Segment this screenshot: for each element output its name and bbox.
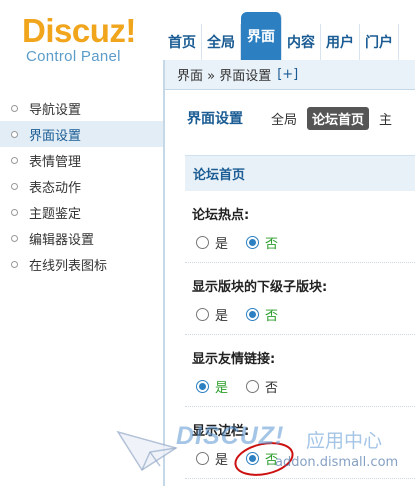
page-title: 界面设置 — [187, 111, 243, 127]
radio-group: 是 否 — [196, 377, 296, 396]
sidebar-item-label: 在线列表图标 — [29, 258, 108, 274]
logo-text: Discuz — [22, 12, 126, 49]
subtab-bar: 界面设置 全局 论坛首页 主 — [165, 98, 415, 138]
radio-button[interactable] — [246, 308, 260, 321]
bullet-icon — [11, 208, 18, 216]
radio-button[interactable] — [246, 452, 260, 465]
bullet-icon — [11, 130, 18, 138]
sidebar-item-label: 表情管理 — [29, 154, 82, 170]
discuz-logo[interactable]: Discuz! Control Panel — [22, 10, 152, 65]
tab-interface[interactable]: 界面 — [241, 12, 282, 60]
sidebar-item-nav-settings[interactable]: 导航设置 — [0, 95, 163, 121]
sidebar-item-thread-stamps[interactable]: 主题鉴定 — [0, 199, 163, 225]
tab-portal[interactable]: 门户 — [360, 24, 399, 60]
sidebar-item-label: 界面设置 — [29, 128, 82, 144]
setting-forum-hot: 论坛热点: 是 否 — [185, 191, 415, 263]
tab-content[interactable]: 内容 — [282, 24, 321, 60]
settings-panel: 论坛首页 论坛热点: 是 否 显示版块的下级子版块: 是 否 显示友情链接: 是… — [185, 155, 415, 479]
sidebar-item-click-actions[interactable]: 表态动作 — [0, 173, 163, 199]
header: Discuz! Control Panel 首页 全局 界面 内容 用户 门户 — [0, 0, 415, 65]
sidebar-item-online-icons[interactable]: 在线列表图标 — [0, 251, 163, 277]
bullet-icon — [11, 104, 18, 112]
radio-group: 是 否 — [196, 233, 296, 252]
setting-show-links: 显示友情链接: 是 否 — [185, 335, 415, 407]
option-yes[interactable]: 是 — [196, 449, 228, 468]
radio-group: 是 否 — [196, 449, 296, 468]
bullet-icon — [11, 182, 18, 190]
bullet-icon — [11, 156, 18, 164]
setting-label: 显示边栏: — [192, 424, 250, 439]
bullet-icon — [11, 260, 18, 268]
tab-users[interactable]: 用户 — [321, 24, 360, 60]
radio-button[interactable] — [246, 380, 260, 393]
option-no[interactable]: 否 — [246, 233, 278, 252]
sidebar: 导航设置 界面设置 表情管理 表态动作 主题鉴定 编辑器设置 在线列表图标 — [0, 95, 163, 486]
tab-home[interactable]: 首页 — [163, 24, 202, 60]
option-yes[interactable]: 是 — [196, 377, 228, 396]
option-yes[interactable]: 是 — [196, 233, 228, 252]
add-shortcut-button[interactable]: [+] — [277, 67, 298, 82]
option-no[interactable]: 否 — [246, 449, 278, 468]
setting-label: 显示版块的下级子版块: — [192, 280, 328, 295]
radio-group: 是 否 — [196, 305, 296, 324]
top-navigation: 首页 全局 界面 内容 用户 门户 — [163, 12, 399, 60]
logo-bang: ! — [125, 12, 136, 49]
sidebar-item-editor-settings[interactable]: 编辑器设置 — [0, 225, 163, 251]
bullet-icon — [11, 234, 18, 242]
section-header: 论坛首页 — [185, 155, 415, 191]
option-no[interactable]: 否 — [246, 305, 278, 324]
sidebar-item-interface-settings[interactable]: 界面设置 — [0, 121, 163, 147]
option-yes[interactable]: 是 — [196, 305, 228, 324]
subtab-forum-home[interactable]: 论坛首页 — [307, 106, 370, 130]
tab-global[interactable]: 全局 — [202, 24, 241, 60]
breadcrumb: 界面 » 界面设置 [+] — [165, 60, 415, 90]
radio-button[interactable] — [196, 236, 209, 249]
radio-button[interactable] — [196, 452, 209, 465]
radio-button[interactable] — [196, 380, 209, 393]
sidebar-item-label: 表态动作 — [29, 180, 82, 196]
sidebar-item-smilies[interactable]: 表情管理 — [0, 147, 163, 173]
setting-label: 显示友情链接: — [192, 352, 276, 367]
setting-label: 论坛热点: — [192, 208, 250, 223]
logo-subtitle: Control Panel — [26, 48, 121, 65]
subtab-global[interactable]: 全局 — [271, 109, 297, 128]
radio-button[interactable] — [196, 308, 209, 321]
breadcrumb-text: 界面 » 界面设置 — [177, 69, 272, 84]
subtab-thread[interactable]: 主 — [379, 109, 392, 128]
option-no[interactable]: 否 — [246, 377, 278, 396]
sidebar-item-label: 主题鉴定 — [29, 206, 82, 222]
setting-show-sidebar: 显示边栏: 是 否 — [185, 407, 415, 479]
radio-button[interactable] — [246, 236, 260, 249]
sidebar-item-label: 编辑器设置 — [29, 232, 95, 248]
setting-show-subforums: 显示版块的下级子版块: 是 否 — [185, 263, 415, 335]
sidebar-item-label: 导航设置 — [29, 102, 82, 118]
